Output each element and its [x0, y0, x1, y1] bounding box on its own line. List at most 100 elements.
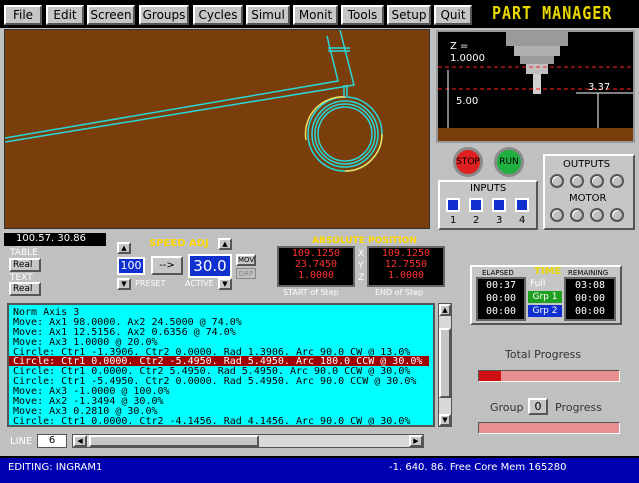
scroll-up-arrow-icon[interactable]: ▲ [439, 304, 451, 316]
elapsed-grp2: 00:00 [485, 306, 517, 317]
z-value: 1.0000 [450, 53, 485, 64]
run-button[interactable]: RUN [494, 147, 524, 177]
group-progress-bar [478, 422, 620, 434]
elapsed-label: ELAPSED [482, 269, 514, 277]
line-number-field[interactable]: 6 [37, 434, 67, 448]
table-mode-button[interactable]: Real [9, 258, 41, 272]
axis-z-label: Z [358, 273, 365, 283]
group-progress-label: Group [490, 401, 524, 414]
toolpath-view[interactable] [4, 29, 430, 229]
preset-down-button[interactable]: ▼ [117, 278, 131, 290]
axis-labels: X Y Z [358, 248, 364, 284]
remaining-grp2: 00:00 [574, 306, 606, 317]
menu-screen[interactable]: Screen [87, 5, 135, 25]
menu-simul[interactable]: Simul [246, 5, 290, 25]
inputs-panel: INPUTS 1 2 3 4 [438, 180, 538, 230]
scroll-left-arrow-icon[interactable]: ◀ [73, 435, 87, 447]
end-y: 12.7550 [384, 259, 428, 270]
horizontal-scrollbar[interactable]: ◀ ▶ [72, 434, 424, 448]
start-readout: 109.1250 23.7450 1.0000 [277, 246, 355, 287]
output-4-led [610, 174, 624, 188]
end-label: END of Step [375, 288, 424, 297]
dimension-b: 5.00 [456, 96, 479, 107]
outputs-title: OUTPUTS [563, 159, 611, 170]
input-2-indicator [469, 198, 483, 212]
menu-file[interactable]: File [4, 5, 42, 25]
vertical-scroll-thumb[interactable] [439, 328, 451, 398]
time-panel: ELAPSED TIME REMAINING 00:37 00:00 00:00… [470, 265, 622, 325]
outputs-panel: OUTPUTS MOTOR [543, 154, 635, 230]
end-z: 1.0000 [387, 270, 425, 281]
full-label: Full [530, 279, 546, 289]
start-label: START of Step [283, 288, 339, 297]
app-title: PART MANAGER [492, 2, 613, 24]
z-label: Z = [450, 41, 469, 52]
vertical-scrollbar[interactable]: ▲ ▼ [438, 303, 452, 427]
horizontal-scroll-thumb[interactable] [89, 435, 259, 447]
output-1-led [550, 174, 564, 188]
motor-2-led [570, 208, 584, 222]
remaining-readout: 03:08 00:00 00:00 [564, 277, 616, 321]
input-4-label: 4 [519, 215, 526, 226]
remaining-grp1: 00:00 [574, 293, 606, 304]
start-x: 109.1250 [291, 248, 341, 259]
menu-cycles[interactable]: Cycles [193, 5, 243, 25]
machine-view: Z = 1.0000 3.37 5.00 [436, 30, 635, 143]
dimension-a: 3.37 [588, 82, 611, 93]
elapsed-grp1: 00:00 [485, 293, 517, 304]
time-title: TIME [534, 266, 562, 277]
line-label: LINE [10, 436, 33, 447]
program-listing[interactable]: Norm Axis 3 Move: Ax1 98.0000. Ax2 24.50… [7, 303, 435, 427]
menu-groups[interactable]: Groups [139, 5, 189, 25]
preset-value[interactable]: 100 [117, 257, 145, 275]
group-selector[interactable]: 0 [528, 398, 548, 415]
toolpath-drawing [5, 30, 383, 172]
end-readout: 109.1250 12.7550 1.0000 [367, 246, 445, 287]
active-up-button[interactable]: ▲ [218, 238, 232, 250]
absolute-position-title: ABSOLUTE POSITION [312, 236, 417, 246]
active-down-button[interactable]: ▼ [218, 278, 232, 290]
motor-1-led [550, 208, 564, 222]
progress-label: Progress [555, 401, 602, 414]
end-x: 109.1250 [381, 248, 431, 259]
motor-4-led [610, 208, 624, 222]
speed-adjust-panel: ▲ SPEED ADJ ▲ 100 --> 30.0 MOV DRP ▼ PRE… [113, 238, 256, 290]
axis-y-label: Y [358, 261, 364, 271]
active-label: ACTIVE [185, 279, 214, 288]
status-bar: EDITING: INGRAM1 -1. 640. 86. Free Core … [0, 456, 639, 483]
table-label: TABLE [10, 248, 38, 258]
menu-tools[interactable]: Tools [341, 5, 384, 25]
group2-button[interactable]: Grp 2 [528, 305, 562, 317]
absolute-position-panel: ABSOLUTE POSITION 109.1250 23.7450 1.000… [275, 236, 447, 298]
menu-monit[interactable]: Monit [293, 5, 338, 25]
text-mode-button[interactable]: Real [9, 282, 41, 296]
motor-label: MOTOR [569, 193, 607, 204]
inputs-title: INPUTS [470, 183, 507, 194]
drp-button[interactable]: DRP [236, 268, 256, 279]
menu-bar: File Edit Screen Groups Cycles Simul Mon… [0, 0, 639, 28]
scroll-right-arrow-icon[interactable]: ▶ [409, 435, 423, 447]
speed-adjust-title: SPEED ADJ [149, 238, 209, 249]
menu-setup[interactable]: Setup [387, 5, 431, 25]
axis-x-label: X [358, 249, 365, 259]
program-line[interactable]: Circle: Ctr1 0.0000. Ctr2 -4.1456. Rad 4… [13, 417, 410, 426]
remaining-label: REMAINING [568, 269, 609, 277]
preset-up-button[interactable]: ▲ [117, 242, 131, 254]
menu-quit[interactable]: Quit [434, 5, 472, 25]
output-2-led [570, 174, 584, 188]
stop-button[interactable]: STOP [453, 147, 483, 177]
scroll-down-arrow-icon[interactable]: ▼ [439, 414, 451, 426]
start-z: 1.0000 [297, 270, 335, 281]
group1-button[interactable]: Grp 1 [528, 291, 562, 303]
editing-status: EDITING: INGRAM1 [8, 462, 103, 473]
total-progress-label: Total Progress [505, 348, 582, 361]
output-3-led [590, 174, 604, 188]
coordinate-readout: 100.57. 30.86 [4, 233, 106, 246]
mov-button[interactable]: MOV [236, 254, 256, 266]
motor-3-led [590, 208, 604, 222]
elapsed-readout: 00:37 00:00 00:00 [476, 277, 526, 321]
coordinate-text: 100.57. 30.86 [16, 233, 86, 244]
menu-edit[interactable]: Edit [46, 5, 84, 25]
apply-speed-button[interactable]: --> [151, 256, 183, 275]
preset-label: PRESET [135, 279, 166, 288]
